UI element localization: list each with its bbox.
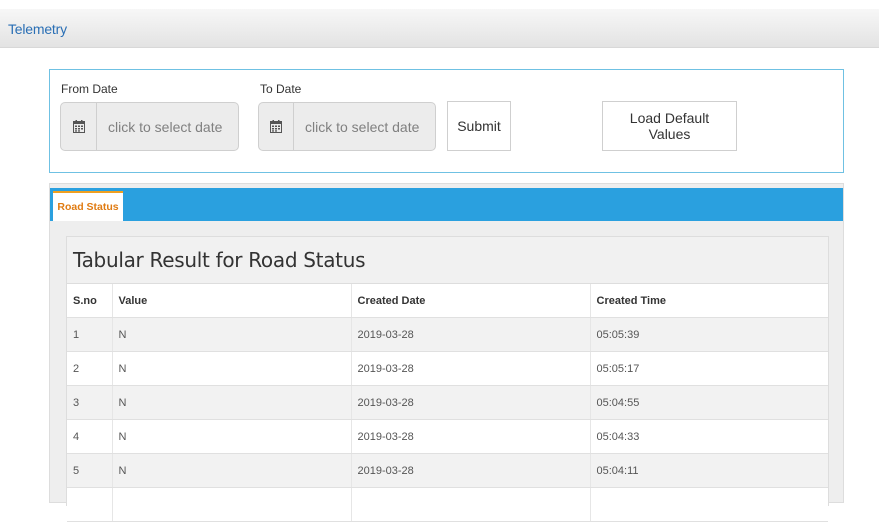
calendar-icon	[270, 120, 282, 133]
tab-road-status[interactable]: Road Status	[53, 191, 123, 221]
to-date-group[interactable]	[258, 102, 436, 151]
cell-sno: 2	[67, 351, 112, 386]
from-date-input[interactable]	[97, 103, 238, 150]
tab-strip: Road Status	[50, 188, 843, 221]
cell-value: N	[111, 419, 351, 454]
cell-created-time: 05:04:55	[589, 385, 828, 420]
column-header-value[interactable]: Value	[111, 284, 351, 318]
table-row: 2 N 2019-03-28 05:05:17	[67, 351, 828, 386]
cell-created-date: 2019-03-28	[350, 385, 590, 420]
column-header-created-time[interactable]: Created Time	[589, 284, 828, 318]
from-date-label: From Date	[61, 82, 118, 96]
cell-sno: 3	[67, 385, 112, 420]
cell-created-date: 2019-03-28	[350, 453, 590, 488]
cell-value: N	[111, 453, 351, 488]
app-title[interactable]: Telemetry	[8, 21, 67, 37]
cell-sno: 5	[67, 453, 112, 488]
to-date-addon[interactable]	[259, 103, 294, 150]
cell-value: N	[111, 317, 351, 352]
results-tab-panel: Road Status Tabular Result for Road Stat…	[49, 183, 844, 522]
cell-created-time: 05:04:33	[589, 419, 828, 454]
cell-created-date: 2019-03-28	[350, 351, 590, 386]
result-box: Tabular Result for Road Status S.no Valu…	[66, 236, 829, 522]
cell-sno: 1	[67, 317, 112, 352]
cell-created-date: 2019-03-28	[350, 419, 590, 454]
table-row: 1 N 2019-03-28 05:05:39	[67, 317, 828, 352]
table-row: 5 N 2019-03-28 05:04:11	[67, 453, 828, 488]
cell-created-date: 2019-03-28	[350, 317, 590, 352]
load-default-values-button[interactable]: Load Default Values	[602, 101, 737, 151]
cell-value: N	[111, 351, 351, 386]
table-row: 3 N 2019-03-28 05:04:55	[67, 385, 828, 420]
column-header-sno[interactable]: S.no	[67, 284, 112, 318]
cell-value: N	[111, 385, 351, 420]
cell-created-time: 05:04:11	[589, 453, 828, 488]
submit-button[interactable]: Submit	[447, 101, 511, 151]
table-row: 4 N 2019-03-28 05:04:33	[67, 419, 828, 454]
cell-created-time: 05:05:17	[589, 351, 828, 386]
to-date-label: To Date	[260, 82, 302, 96]
results-table: S.no Value Created Date Created Time 1 N…	[67, 284, 828, 522]
cell-created-time: 05:05:39	[589, 317, 828, 352]
cell-sno: 4	[67, 419, 112, 454]
calendar-icon	[72, 120, 85, 133]
result-title: Tabular Result for Road Status	[67, 237, 828, 284]
date-filter-panel: From Date To Date Submit Load Default Va…	[49, 69, 844, 173]
from-date-addon[interactable]	[61, 103, 97, 150]
top-bar: Telemetry	[0, 9, 879, 48]
column-header-created-date[interactable]: Created Date	[350, 284, 590, 318]
from-date-group[interactable]	[60, 102, 239, 151]
table-header-row: S.no Value Created Date Created Time	[67, 284, 828, 318]
to-date-input[interactable]	[294, 103, 435, 150]
